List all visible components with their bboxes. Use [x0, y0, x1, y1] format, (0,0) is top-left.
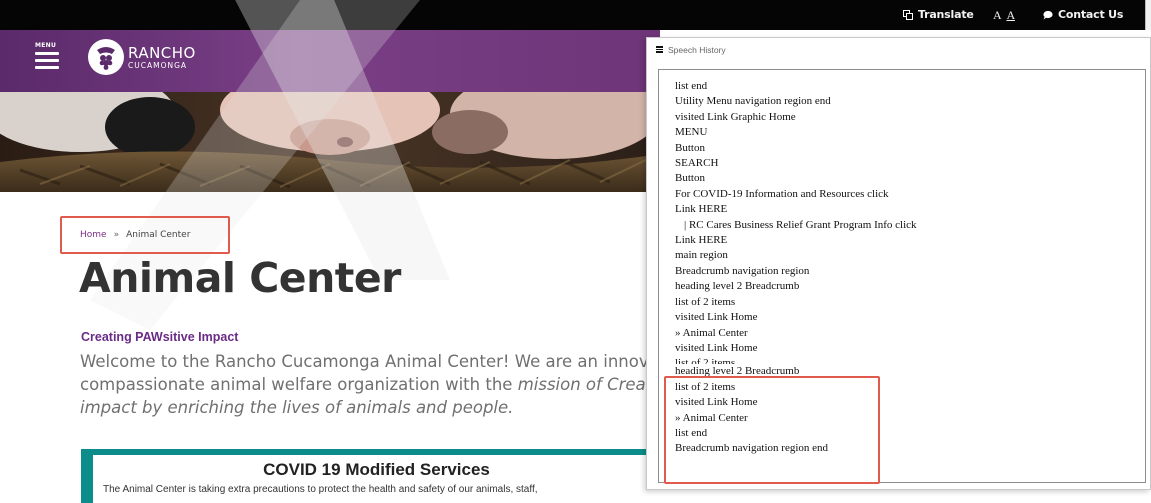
covid-notice-body: The Animal Center is taking extra precau… — [103, 484, 538, 495]
breadcrumb-current: Animal Center — [126, 230, 191, 240]
speech-line: MENU — [675, 126, 708, 139]
speech-line: | RC Cares Business Relief Grant Program… — [684, 218, 917, 231]
text-size-large[interactable]: A — [1006, 8, 1015, 23]
logo-text-main: RANCHO — [128, 43, 196, 62]
text-size-small[interactable]: A — [993, 8, 1002, 23]
speech-line: » Animal Center — [675, 411, 748, 424]
intro-line-2-plain: compassionate animal welfare organizatio… — [80, 375, 518, 394]
page-title: Animal Center — [79, 254, 401, 302]
speech-line: heading level 2 Breadcrumb — [675, 280, 800, 293]
logo-grapes-icon — [88, 39, 124, 75]
speech-line: Breadcrumb navigation region — [675, 264, 810, 277]
speech-line: SEARCH — [675, 157, 719, 170]
contact-bubble-icon — [1043, 10, 1053, 19]
speech-line: visited Link Home — [675, 396, 758, 409]
speech-line: list of 2 items — [675, 357, 736, 365]
intro-line-1: Welcome to the Rancho Cucamonga Animal C… — [80, 352, 670, 371]
speech-line: Utility Menu navigation region end — [675, 95, 831, 108]
menu-button[interactable]: MENU — [35, 42, 63, 82]
speech-line: For COVID-19 Information and Resources c… — [675, 187, 889, 200]
covid-notice-box: COVID 19 Modified Services The Animal Ce… — [81, 449, 660, 503]
speech-line: Button — [675, 141, 705, 154]
translate-link[interactable]: Translate — [903, 8, 974, 21]
speech-line: visited Link Home — [675, 341, 758, 354]
speech-line: main region — [675, 249, 728, 262]
speech-line: list end — [675, 80, 708, 92]
covid-notice-inner: COVID 19 Modified Services The Animal Ce… — [93, 455, 660, 503]
intro-line-3-emphasis: impact by enriching the lives of animals… — [80, 398, 514, 417]
utility-bar: Translate A A Contact Us — [0, 0, 1151, 30]
speech-line: Link HERE — [675, 203, 728, 216]
intro-paragraph: Welcome to the Rancho Cucamonga Animal C… — [80, 350, 692, 419]
menu-label: MENU — [35, 42, 57, 49]
speech-line: list end — [675, 426, 708, 439]
text-size-control[interactable]: A A — [993, 8, 1015, 23]
speech-history-titlebar: Speech History — [647, 38, 1150, 61]
speech-line: list of 2 items — [675, 380, 736, 393]
contact-us-link[interactable]: Contact Us — [1043, 8, 1123, 21]
breadcrumb-separator: » — [113, 230, 120, 240]
speech-line: » Animal Center — [675, 326, 748, 339]
speech-line: Button — [675, 172, 705, 185]
speech-line: visited Link Graphic Home — [675, 110, 796, 123]
speech-history-panel: Speech History list end Utility Menu nav… — [646, 37, 1151, 490]
speech-menu-icon[interactable] — [656, 45, 663, 54]
speech-history-list[interactable]: list end Utility Menu navigation region … — [658, 69, 1146, 483]
logo-text-sub: CUCAMONGA — [128, 60, 188, 70]
site-header: MENU RANCHO CUCAMONGA — [0, 30, 660, 92]
menu-icon — [35, 52, 63, 69]
contact-us-label: Contact Us — [1058, 8, 1124, 21]
covid-notice-title: COVID 19 Modified Services — [263, 460, 490, 479]
hero-image — [0, 92, 660, 192]
breadcrumb: Home » Animal Center — [60, 216, 230, 254]
section-subheading: Creating PAWsitive Impact — [81, 330, 239, 344]
breadcrumb-home-link[interactable]: Home — [80, 230, 107, 240]
window-edge — [1145, 0, 1151, 30]
speech-line: visited Link Home — [675, 311, 758, 324]
translate-icon — [903, 9, 913, 20]
speech-line: heading level 2 Breadcrumb — [675, 365, 800, 378]
speech-line: Link HERE — [675, 234, 728, 247]
speech-history-title: Speech History — [668, 44, 726, 55]
site-logo[interactable]: RANCHO CUCAMONGA — [88, 39, 196, 75]
speech-line: Breadcrumb navigation region end — [675, 442, 829, 455]
speech-line: list of 2 items — [675, 295, 736, 308]
logo-text: RANCHO CUCAMONGA — [128, 45, 196, 70]
translate-label: Translate — [918, 8, 974, 21]
